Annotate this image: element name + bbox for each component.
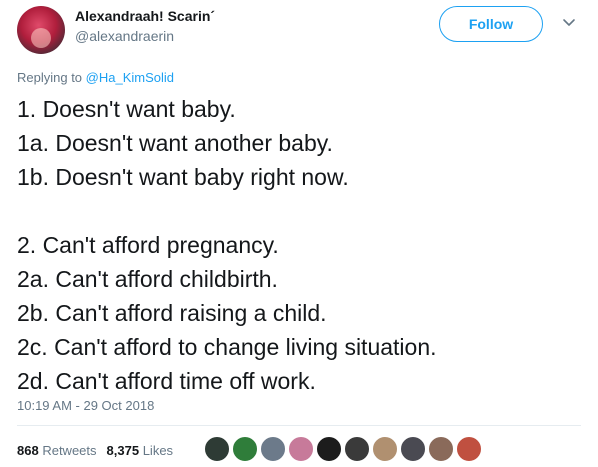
follow-button[interactable]: Follow <box>439 6 543 42</box>
tweet-line-gap <box>17 194 587 228</box>
chevron-down-icon[interactable] <box>562 18 576 28</box>
liker-avatar-5[interactable] <box>316 436 342 462</box>
liker-avatar-10[interactable] <box>456 436 482 462</box>
tweet-line: 2. Can't afford pregnancy. <box>17 232 279 258</box>
liker-avatar-1[interactable] <box>204 436 230 462</box>
liker-avatar-9[interactable] <box>428 436 454 462</box>
likes-stat[interactable]: 8,375 Likes <box>107 443 174 458</box>
replying-to-label: Replying to <box>17 70 83 85</box>
tweet-line: 1b. Doesn't want baby right now. <box>17 164 349 190</box>
tweet-line: 1a. Doesn't want another baby. <box>17 130 333 156</box>
tweet-line: 2a. Can't afford childbirth. <box>17 266 278 292</box>
tweet-timestamp[interactable]: 10:19 AM - 29 Oct 2018 <box>17 398 154 413</box>
liker-avatar-8[interactable] <box>400 436 426 462</box>
author-display-name[interactable]: Alexandraah! Scarin´ <box>75 8 215 24</box>
liker-avatars <box>204 436 484 462</box>
tweet-line: 2c. Can't afford to change living situat… <box>17 334 437 360</box>
tweet-line: 2b. Can't afford raising a child. <box>17 300 327 326</box>
divider <box>17 425 581 426</box>
retweets-count: 868 <box>17 443 39 458</box>
liker-avatar-7[interactable] <box>372 436 398 462</box>
author-handle[interactable]: @alexandraerin <box>75 28 174 44</box>
liker-avatar-6[interactable] <box>344 436 370 462</box>
liker-avatar-3[interactable] <box>260 436 286 462</box>
retweets-label: Retweets <box>42 443 97 458</box>
liker-avatar-4[interactable] <box>288 436 314 462</box>
reply-target-link[interactable]: @Ha_KimSolid <box>86 70 174 85</box>
likes-label: Likes <box>142 443 174 458</box>
retweets-stat[interactable]: 868 Retweets <box>17 443 97 458</box>
tweet-line: 1. Doesn't want baby. <box>17 96 236 122</box>
likes-count: 8,375 <box>106 443 140 458</box>
liker-avatar-2[interactable] <box>232 436 258 462</box>
author-avatar[interactable] <box>17 6 65 54</box>
tweet-line: 2d. Can't afford time off work. <box>17 368 316 394</box>
tweet-stats: 868 Retweets 8,375 Likes <box>17 443 173 458</box>
tweet-text: 1. Doesn't want baby. 1a. Doesn't want a… <box>17 92 587 398</box>
replying-to: Replying to @Ha_KimSolid <box>17 70 174 85</box>
